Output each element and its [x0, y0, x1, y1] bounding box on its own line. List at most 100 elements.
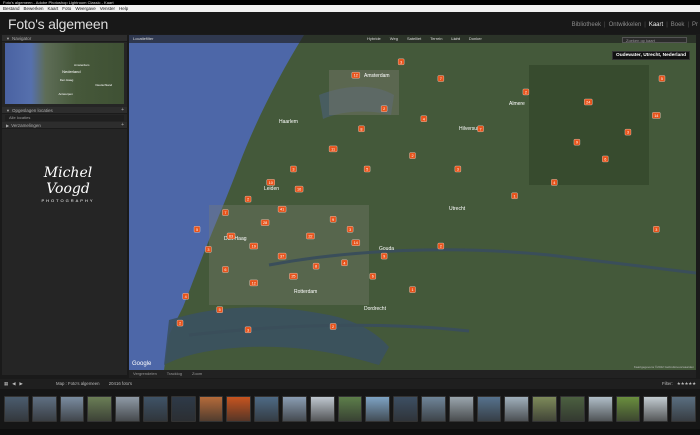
filmstrip-source[interactable]: Map : Foto's algemeen [56, 381, 100, 386]
map-style-option[interactable]: Weg [390, 35, 398, 43]
menu-item[interactable]: Bestand [3, 5, 20, 12]
filmstrip-thumbnail[interactable] [559, 396, 585, 422]
filmstrip-thumbnail[interactable] [4, 396, 29, 422]
photo-count-pin[interactable]: 2 [329, 323, 337, 330]
filmstrip-thumbnail[interactable] [254, 396, 279, 422]
filmstrip-thumbnail[interactable] [476, 396, 502, 422]
filmstrip-thumbnail[interactable] [532, 396, 557, 422]
photo-count-pin[interactable]: 25 [289, 273, 298, 280]
filmstrip-thumbnail[interactable] [170, 396, 196, 422]
filmstrip-thumbnail[interactable] [448, 396, 474, 422]
photo-count-pin[interactable]: 5 [658, 75, 666, 82]
filmstrip-thumbnail[interactable] [420, 396, 446, 422]
filmstrip-thumbnail[interactable] [671, 396, 696, 422]
photo-count-pin[interactable]: 41 [277, 206, 287, 213]
filmstrip-thumbnail[interactable] [337, 396, 363, 422]
photo-count-pin[interactable]: 14 [351, 239, 360, 246]
photo-count-pin[interactable]: 3 [624, 129, 632, 136]
add-collection-icon[interactable]: + [121, 122, 124, 129]
back-arrow-icon[interactable]: ◀ [12, 379, 15, 389]
menu-item[interactable]: Weergave [75, 5, 95, 12]
photo-count-pin[interactable]: 63 [226, 232, 236, 240]
menu-item[interactable]: Bewerken [24, 5, 44, 12]
satellite-map[interactable]: HaarlemAmsterdamLeidenUtrechtDen HaagRot… [129, 35, 696, 370]
photo-count-pin[interactable]: 5 [363, 165, 371, 173]
filmstrip-thumbnail[interactable] [142, 396, 168, 422]
photo-count-pin[interactable]: 8 [358, 125, 365, 132]
photo-count-pin[interactable]: 10 [266, 179, 275, 186]
photo-count-pin[interactable]: 11 [328, 145, 338, 153]
photo-count-pin[interactable]: 1 [511, 192, 518, 199]
photo-count-pin[interactable]: 3 [346, 226, 354, 233]
tracklog-button[interactable]: Tracklog [167, 370, 182, 378]
photo-count-pin[interactable]: 7 [437, 75, 445, 82]
lock-markers-checkbox[interactable]: Vergrendelen [133, 370, 157, 378]
menu-item[interactable]: Venster [100, 5, 115, 12]
photo-count-pin[interactable]: 7 [222, 209, 229, 216]
photo-count-pin[interactable]: 6 [222, 266, 229, 273]
filmstrip-thumbnail[interactable] [365, 396, 391, 422]
photo-count-pin[interactable]: 22 [306, 232, 315, 240]
filmstrip-thumbnail[interactable] [504, 396, 530, 422]
module-tab[interactable]: Kaart [649, 22, 663, 28]
zoom-slider[interactable]: Zoom [192, 370, 202, 378]
photo-count-pin[interactable]: 2 [409, 152, 416, 159]
photo-count-pin[interactable]: 5 [216, 306, 223, 313]
collections-panel-header[interactable]: ▶ Verzamelingen + [2, 122, 127, 129]
navigator-panel-header[interactable]: ▼ Navigator [2, 35, 127, 42]
grid-view-icon[interactable]: ▦ [4, 379, 8, 389]
menu-item[interactable]: Help [119, 5, 128, 12]
filmstrip-thumbnail[interactable] [393, 396, 418, 422]
photo-count-pin[interactable]: 2 [176, 319, 184, 327]
photo-count-pin[interactable]: 3 [205, 246, 212, 253]
filmstrip-thumbnail[interactable] [226, 396, 252, 422]
filmstrip-thumbnail[interactable] [87, 396, 113, 422]
photo-count-pin[interactable]: 3 [454, 165, 462, 173]
photo-count-pin[interactable]: 28 [260, 219, 270, 226]
filmstrip-thumbnail[interactable] [31, 396, 57, 422]
photo-count-pin[interactable]: 9 [329, 216, 337, 223]
filmstrip-thumbnail[interactable] [59, 396, 85, 422]
photo-count-pin[interactable]: 14 [652, 112, 661, 119]
navigator-map-preview[interactable]: Nederland Amsterdam Den Haag Deutschland… [5, 43, 124, 104]
photo-count-pin[interactable]: 2 [244, 195, 252, 203]
saved-locations-panel-header[interactable]: ▼ Opgeslagen locaties + [2, 107, 127, 114]
photo-count-pin[interactable]: 7 [477, 125, 484, 132]
map-style-option[interactable]: Satelliet [407, 35, 421, 43]
map-view[interactable]: Haarlem Amsterdam Leiden Utrecht Den Haag Rot… [129, 35, 696, 370]
map-style-option[interactable]: Donker [469, 35, 482, 43]
photo-count-pin[interactable]: 3 [244, 326, 252, 333]
saved-location-row[interactable]: Alle locaties [5, 115, 124, 121]
map-style-option[interactable]: Terrein [430, 35, 442, 43]
filmstrip-thumbnail[interactable] [643, 396, 669, 422]
filmstrip-thumbnail[interactable] [587, 396, 613, 422]
photo-count-pin[interactable]: 3 [290, 165, 297, 173]
map-search-input[interactable]: Zoeken op kaart [622, 37, 687, 43]
photo-count-pin[interactable]: 8 [312, 262, 320, 270]
photo-count-pin[interactable]: 2 [437, 242, 445, 250]
forward-arrow-icon[interactable]: ▶ [19, 379, 22, 389]
photo-count-pin[interactable]: 3 [653, 226, 660, 233]
filmstrip-thumbnail[interactable] [615, 396, 641, 422]
photo-count-pin[interactable]: 12 [351, 72, 360, 79]
module-tab[interactable]: Pr [692, 22, 698, 28]
photo-count-pin[interactable]: 3 [398, 58, 405, 65]
menu-item[interactable]: Foto [62, 5, 71, 12]
filmstrip-thumbnail[interactable] [309, 396, 335, 422]
photo-count-pin[interactable]: 1 [409, 286, 416, 293]
filmstrip-thumbnail[interactable] [115, 396, 140, 422]
photo-count-pin[interactable]: 24 [584, 98, 593, 106]
photo-count-pin[interactable]: 9 [573, 139, 581, 146]
filmstrip-thumbnail[interactable] [198, 396, 224, 422]
map-style-option[interactable]: Licht [451, 35, 459, 43]
rating-filter-icon[interactable]: ★★★★★ [677, 379, 696, 389]
photo-count-pin[interactable]: 19 [249, 242, 258, 250]
photo-count-pin[interactable]: 4 [420, 115, 427, 122]
photo-count-pin[interactable]: 12 [249, 279, 258, 287]
location-filter-label[interactable]: Locatiefilter [133, 35, 153, 43]
photo-count-pin[interactable]: 9 [380, 252, 388, 260]
photo-count-pin[interactable]: 4 [182, 293, 189, 300]
photo-count-pin[interactable]: 6 [369, 273, 376, 280]
add-location-icon[interactable]: + [121, 107, 124, 114]
photo-count-pin[interactable]: 2 [380, 105, 388, 112]
